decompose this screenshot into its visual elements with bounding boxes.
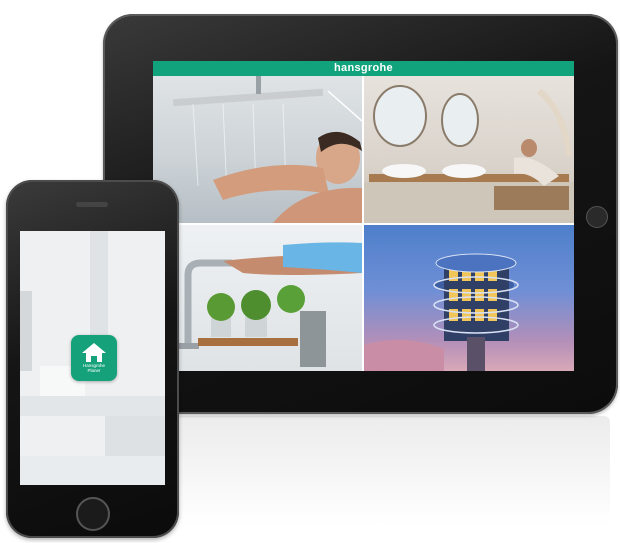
tablet-device: hansgrohe <box>103 14 618 414</box>
tablet-home-button[interactable] <box>586 206 608 228</box>
phone-device: Hansgrohe Planer <box>6 180 179 538</box>
bathroom-photo <box>364 85 574 223</box>
phone-screen: Hansgrohe Planer <box>20 231 165 485</box>
tile-kitchen[interactable] <box>153 225 362 371</box>
phone-speaker <box>76 202 108 207</box>
brand-bar: hansgrohe <box>153 61 574 76</box>
app-icon-hansgrohe-planer[interactable]: Hansgrohe Planer <box>71 335 117 381</box>
tile-shower[interactable] <box>153 76 362 223</box>
tile-tower[interactable] <box>364 225 574 371</box>
app-label-line2: Planer <box>87 368 101 373</box>
tower-building-photo <box>364 253 519 371</box>
tablet-reflection <box>150 416 610 526</box>
phone-camera <box>90 189 96 195</box>
phone-home-button[interactable] <box>76 497 110 531</box>
app-icon-label: Hansgrohe Planer <box>71 363 117 373</box>
kitchen-faucet-photo <box>177 242 362 367</box>
tile-bathroom[interactable] <box>364 76 574 223</box>
tablet-screen: hansgrohe <box>153 61 574 371</box>
shower-photo <box>172 76 362 223</box>
